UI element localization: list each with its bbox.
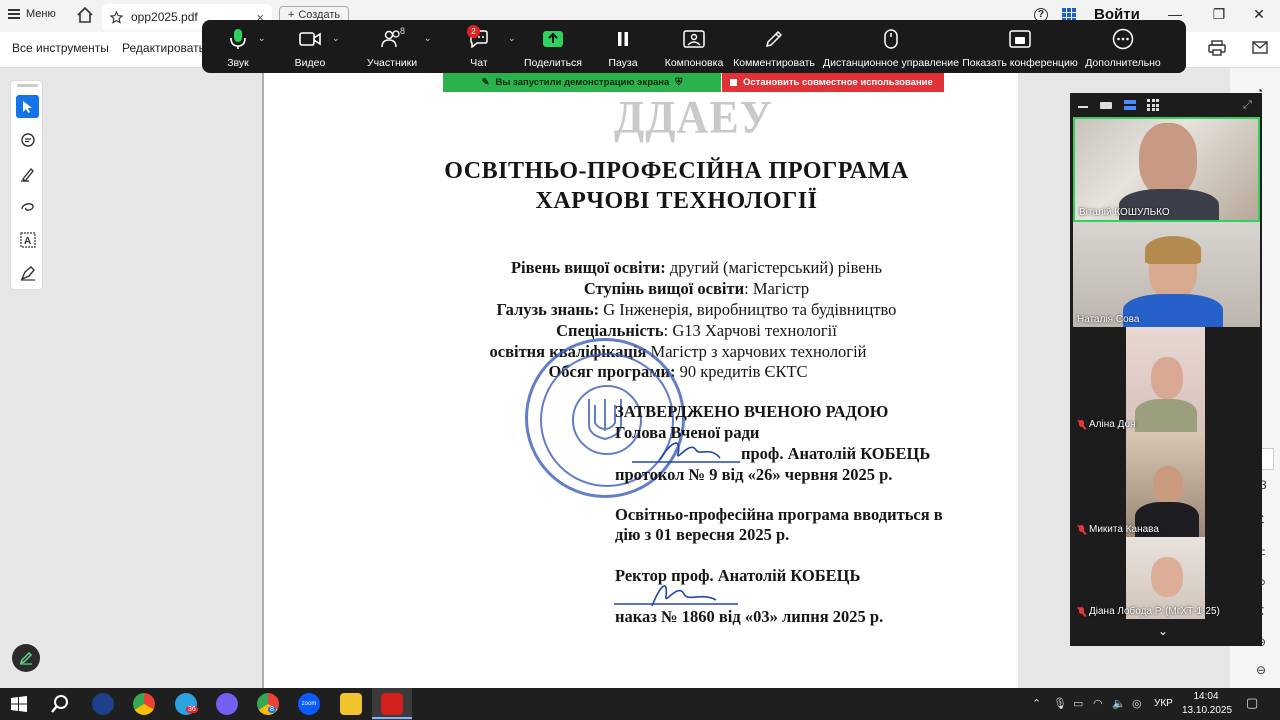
svg-text:A: A <box>24 236 31 247</box>
participant-name: Микита Канава <box>1077 524 1159 535</box>
video-camera-icon <box>299 27 321 51</box>
zoom-meeting-toolbar: Звук ⌄ Видео ⌄ Участники 8 ⌄ Чат 2 ⌄ Под… <box>202 20 1186 73</box>
muted-mic-icon <box>1077 419 1086 430</box>
participants-button[interactable]: Участники 8 ⌄ <box>346 20 438 69</box>
chevron-down-icon[interactable]: ⌄ <box>424 33 432 44</box>
search-icon[interactable] <box>50 694 70 714</box>
viber-icon[interactable] <box>216 693 238 715</box>
video-tile-participant[interactable]: Віталій КОШУЛЬКО <box>1073 117 1260 222</box>
active-indicator <box>372 717 412 719</box>
more-button[interactable]: Дополнительно <box>1078 20 1168 69</box>
remote-control-button[interactable]: Дистанционное управление <box>820 20 962 69</box>
protocol-line: протокол № 9 від «26» червня 2025 р. <box>615 465 893 484</box>
select-tool-icon[interactable] <box>16 95 39 118</box>
volume-icon[interactable]: 🔈 <box>1112 697 1126 710</box>
layout-icon <box>683 27 705 51</box>
star-icon[interactable] <box>110 10 123 24</box>
participant-name: Наталія Сова <box>1077 314 1140 325</box>
shield-icon: ⛨ <box>675 77 683 88</box>
rector-signature <box>614 585 738 607</box>
video-tile-participant[interactable]: Наталія Сова <box>1073 222 1260 327</box>
hamburger-icon <box>8 9 20 19</box>
chrome-badge: 8 <box>268 706 276 713</box>
chevron-down-icon[interactable]: ⌄ <box>332 33 340 44</box>
drag-handle-icon[interactable]: ✎ <box>482 77 490 88</box>
battery-icon[interactable]: ▭ <box>1073 697 1083 710</box>
menu-label: Меню <box>26 8 56 20</box>
sync-icon[interactable]: ◎ <box>1132 697 1142 710</box>
more-dots-icon <box>1112 27 1134 51</box>
acrobat-icon[interactable] <box>381 693 403 715</box>
app-icon-network[interactable] <box>92 693 114 715</box>
chevron-down-icon[interactable]: ⌄ <box>258 33 266 44</box>
edit-menu[interactable]: Редактировать <box>122 41 205 55</box>
close-window-icon[interactable]: ✕ <box>1248 4 1270 26</box>
video-tile-participant[interactable]: Микита Канава <box>1073 432 1260 537</box>
mail-icon[interactable] <box>1252 41 1268 54</box>
text-tool-icon[interactable]: A <box>16 228 39 251</box>
participant-name: Віталій КОШУЛЬКО <box>1079 207 1170 218</box>
minimize-panel-icon[interactable] <box>1078 106 1088 108</box>
intro-line1: Освітньо-професійна програма вводиться в <box>615 505 943 524</box>
share-button[interactable]: Поделиться <box>520 20 586 69</box>
gallery-grid-icon[interactable] <box>1147 99 1159 111</box>
chrome-icon[interactable] <box>133 693 155 715</box>
intro-line2: дію з 01 вересня 2025 р. <box>615 525 790 544</box>
tab-title: opp2025.pdf <box>131 10 198 24</box>
video-button[interactable]: Видео ⌄ <box>274 20 346 69</box>
scroll-down-chevron-icon[interactable]: ⌄ <box>1158 624 1168 638</box>
comment-tool-icon[interactable] <box>16 129 39 152</box>
mouse-icon <box>884 27 898 51</box>
pen-icon <box>19 651 33 665</box>
muted-mic-icon <box>1077 606 1086 617</box>
participant-name: Діана Лобода Р. (МгХТ-1-25) <box>1077 606 1220 617</box>
language-indicator[interactable]: УКР <box>1154 698 1173 709</box>
chevron-down-icon[interactable]: ⌄ <box>508 33 516 44</box>
audio-button[interactable]: Звук ⌄ <box>202 20 274 69</box>
zoom-out-icon[interactable]: ⊖ <box>1256 663 1266 677</box>
order-line: наказ № 1860 від «03» липня 2025 р. <box>615 607 884 626</box>
home-icon[interactable] <box>76 6 94 24</box>
video-tile-participant[interactable]: Аліна Дон <box>1073 327 1260 432</box>
pencil-icon <box>764 27 784 51</box>
university-logo: ДДАЕУ <box>614 91 773 144</box>
participant-name: Аліна Дон <box>1077 419 1136 430</box>
wifi-icon[interactable]: ◠ <box>1093 697 1103 710</box>
windows-start-icon[interactable] <box>11 696 27 712</box>
muted-mic-icon <box>1077 524 1086 535</box>
telegram-badge: 36 <box>186 706 198 713</box>
show-meeting-button[interactable]: Показать конференцию <box>962 20 1078 69</box>
speaker-view-icon[interactable] <box>1100 102 1112 109</box>
pause-share-button[interactable]: Пауза <box>586 20 660 69</box>
approved-line: ЗАТВЕРДЖЕНО ВЧЕНОЮ РАДОЮ <box>615 402 889 421</box>
participants-count: 8 <box>400 26 406 36</box>
tray-mic-icon[interactable]: 🎙 <box>1053 697 1067 710</box>
annotate-button[interactable]: Комментировать <box>728 20 820 69</box>
chair-signature <box>632 442 740 463</box>
gallery-strip-icon[interactable] <box>1124 100 1136 110</box>
maximize-icon[interactable]: ❐ <box>1208 4 1230 26</box>
sharing-status-banner: ✎ Вы запустили демонстрацию экрана ⛨ <box>443 73 721 92</box>
zoom-app-icon[interactable]: zoom <box>298 693 320 715</box>
clock[interactable]: 14:04 13.10.2025 <box>1182 690 1232 718</box>
chat-button[interactable]: Чат 2 ⌄ <box>438 20 520 69</box>
all-tools-menu[interactable]: Все инструменты <box>12 41 109 55</box>
chair-name-line: проф. Анатолій КОБЕЦЬ <box>741 444 931 463</box>
pause-icon <box>616 27 630 51</box>
microphone-icon <box>229 27 247 51</box>
edit-pen-fab[interactable] <box>12 644 40 672</box>
notifications-icon[interactable]: ▢ <box>1246 695 1258 711</box>
tray-overflow-icon[interactable]: ⌃ <box>1032 697 1041 710</box>
video-tile-participant[interactable]: Діана Лобода Р. (МгХТ-1-25) <box>1073 537 1260 619</box>
stop-share-button[interactable]: Остановить совместное использование <box>722 73 944 92</box>
layout-button[interactable]: Компоновка <box>660 20 728 69</box>
show-meeting-icon <box>1009 27 1031 51</box>
file-explorer-icon[interactable] <box>340 693 362 715</box>
stop-icon <box>730 79 737 86</box>
menu-button[interactable]: Меню <box>8 8 56 20</box>
chat-unread-badge: 2 <box>467 25 480 38</box>
expand-panel-icon[interactable]: ⤢ <box>1243 99 1252 112</box>
share-screen-icon <box>543 27 563 51</box>
print-icon[interactable] <box>1208 40 1226 56</box>
